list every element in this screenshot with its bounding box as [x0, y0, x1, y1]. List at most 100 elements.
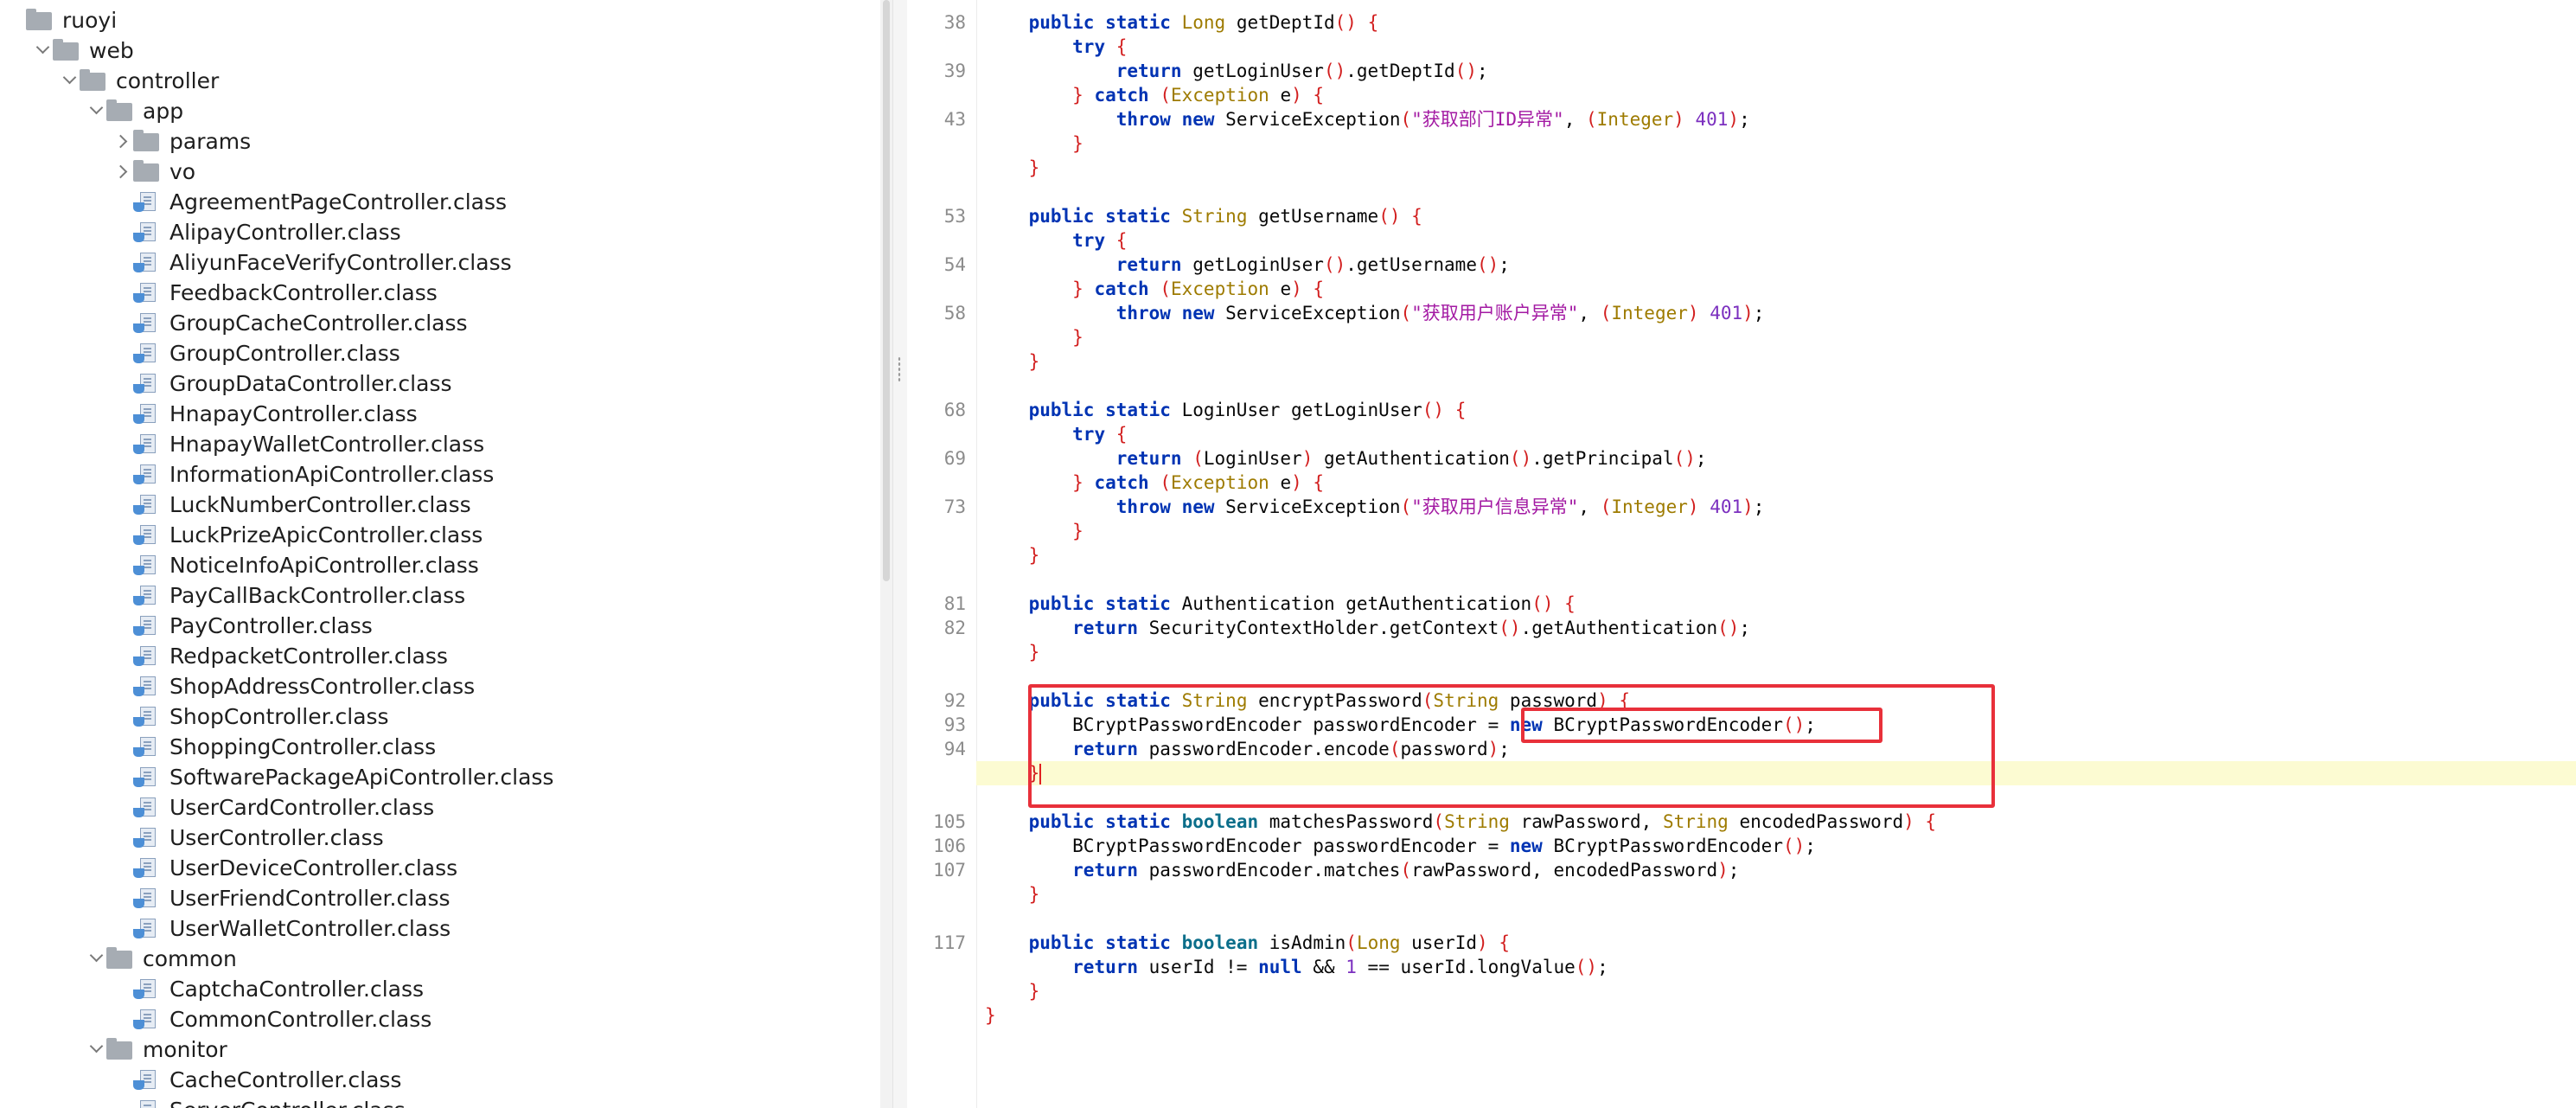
- tree-folder-row[interactable]: monitor: [0, 1034, 880, 1065]
- code-token: ;: [1499, 254, 1510, 275]
- tree-file-row[interactable]: GroupCacheController.class: [0, 308, 880, 338]
- tree-file-row[interactable]: HnapayWalletController.class: [0, 429, 880, 459]
- pane-splitter[interactable]: [892, 0, 908, 1108]
- tree-folder-row[interactable]: common: [0, 944, 880, 974]
- tree-file-row[interactable]: PayController.class: [0, 611, 880, 641]
- tree-file-row[interactable]: CommonController.class: [0, 1004, 880, 1034]
- code-line[interactable]: try {: [976, 35, 2576, 59]
- code-area[interactable]: public static Long getDeptId() { try { r…: [976, 0, 2576, 1108]
- tree-file-row[interactable]: UserWalletController.class: [0, 913, 880, 944]
- tree-file-row[interactable]: FeedbackController.class: [0, 278, 880, 308]
- code-editor[interactable]: 38 39 43 53 54 58 68 69 73 81 82 92 93 94 105 106 107 117…: [907, 0, 2576, 1108]
- tree-folder-row[interactable]: vo: [0, 157, 880, 187]
- tree-file-row[interactable]: SoftwarePackageApiController.class: [0, 762, 880, 792]
- code-line[interactable]: public static LoginUser getLoginUser() {: [976, 398, 2576, 422]
- code-line[interactable]: }: [976, 131, 2576, 156]
- tree-file-row[interactable]: InformationApiController.class: [0, 459, 880, 490]
- code-line[interactable]: try {: [976, 228, 2576, 253]
- code-line[interactable]: throw new ServiceException("获取部门ID异常", (…: [976, 107, 2576, 131]
- code-token: (): [1476, 254, 1499, 275]
- tree-folder-row[interactable]: web: [0, 35, 880, 66]
- code-line[interactable]: [976, 567, 2576, 592]
- code-line[interactable]: }: [976, 882, 2576, 906]
- code-line[interactable]: try {: [976, 422, 2576, 446]
- tree-file-row[interactable]: ShoppingController.class: [0, 732, 880, 762]
- code-line[interactable]: }: [976, 349, 2576, 374]
- code-line[interactable]: }: [976, 1003, 2576, 1028]
- tree-file-row[interactable]: RedpacketController.class: [0, 641, 880, 671]
- tree-file-row[interactable]: AlipayController.class: [0, 217, 880, 247]
- code-line[interactable]: } catch (Exception e) {: [976, 277, 2576, 301]
- code-line[interactable]: BCryptPasswordEncoder passwordEncoder = …: [976, 834, 2576, 858]
- tree-file-row[interactable]: UserController.class: [0, 823, 880, 853]
- tree-file-row[interactable]: ServerController.class: [0, 1095, 880, 1108]
- tree-file-row[interactable]: PayCallBackController.class: [0, 580, 880, 611]
- tree-file-row[interactable]: NoticeInfoApiController.class: [0, 550, 880, 580]
- tree-item-label: UserController.class: [169, 825, 384, 850]
- code-token: }: [1072, 327, 1083, 348]
- code-line[interactable]: public static Authentication getAuthenti…: [976, 592, 2576, 616]
- code-line[interactable]: [976, 906, 2576, 931]
- chevron-down-icon[interactable]: [87, 96, 105, 126]
- code-line[interactable]: public static boolean matchesPassword(St…: [976, 810, 2576, 834]
- tree-file-row[interactable]: GroupDataController.class: [0, 368, 880, 399]
- code-token: (: [1400, 303, 1412, 323]
- code-line[interactable]: }: [976, 156, 2576, 180]
- code-line[interactable]: return SecurityContextHolder.getContext(…: [976, 616, 2576, 640]
- chevron-down-icon[interactable]: [87, 1034, 105, 1065]
- tree-file-row[interactable]: UserCardController.class: [0, 792, 880, 823]
- tree-file-row[interactable]: CacheController.class: [0, 1065, 880, 1095]
- tree-file-row[interactable]: GroupController.class: [0, 338, 880, 368]
- tree-file-row[interactable]: ShopController.class: [0, 701, 880, 732]
- code-line[interactable]: }: [976, 325, 2576, 349]
- tree-folder-row[interactable]: ruoyi: [0, 5, 880, 35]
- tree-item-label: CacheController.class: [169, 1067, 402, 1092]
- tree-file-row[interactable]: LuckPrizeApicController.class: [0, 520, 880, 550]
- code-line[interactable]: } catch (Exception e) {: [976, 471, 2576, 495]
- code-token: == userId.longValue: [1356, 957, 1576, 977]
- tree-item-label: UserCardController.class: [169, 795, 435, 820]
- tree-scrollbar-thumb[interactable]: [883, 0, 890, 581]
- chevron-right-icon[interactable]: [114, 126, 131, 157]
- code-line[interactable]: [976, 180, 2576, 204]
- tree-file-row[interactable]: ShopAddressController.class: [0, 671, 880, 701]
- code-line[interactable]: return getLoginUser().getUsername();: [976, 253, 2576, 277]
- tree-file-row[interactable]: AgreementPageController.class: [0, 187, 880, 217]
- code-line[interactable]: public static String getUsername() {: [976, 204, 2576, 228]
- code-line[interactable]: return userId != null && 1 == userId.lon…: [976, 955, 2576, 979]
- chevron-down-icon[interactable]: [87, 944, 105, 974]
- code-line[interactable]: return getLoginUser().getDeptId();: [976, 59, 2576, 83]
- code-line[interactable]: } catch (Exception e) {: [976, 83, 2576, 107]
- tree-file-row[interactable]: UserFriendController.class: [0, 883, 880, 913]
- code-line[interactable]: }: [976, 543, 2576, 567]
- tree-folder-row[interactable]: controller: [0, 66, 880, 96]
- code-line[interactable]: }: [976, 519, 2576, 543]
- code-line[interactable]: return passwordEncoder.matches(rawPasswo…: [976, 858, 2576, 882]
- code-line[interactable]: }: [976, 979, 2576, 1003]
- code-line[interactable]: }: [976, 640, 2576, 664]
- tree-scrollbar[interactable]: [880, 0, 892, 1108]
- tree-file-row[interactable]: AliyunFaceVerifyController.class: [0, 247, 880, 278]
- chevron-right-icon[interactable]: [114, 157, 131, 187]
- code-line[interactable]: [976, 374, 2576, 398]
- tree-file-row[interactable]: UserDeviceController.class: [0, 853, 880, 883]
- tree-file-row[interactable]: CaptchaController.class: [0, 974, 880, 1004]
- code-line[interactable]: public static boolean isAdmin(Long userI…: [976, 931, 2576, 955]
- tree-file-row[interactable]: LuckNumberController.class: [0, 490, 880, 520]
- tree-file-row[interactable]: HnapayController.class: [0, 399, 880, 429]
- code-token: ServiceException: [1214, 303, 1401, 323]
- code-line[interactable]: throw new ServiceException("获取用户账户异常", (…: [976, 301, 2576, 325]
- code-line[interactable]: return (LoginUser) getAuthentication().g…: [976, 446, 2576, 471]
- tree-folder-row[interactable]: params: [0, 126, 880, 157]
- chevron-down-icon[interactable]: [34, 35, 51, 66]
- code-line[interactable]: throw new ServiceException("获取用户信息异常", (…: [976, 495, 2576, 519]
- tree-folder-row[interactable]: app: [0, 96, 880, 126]
- code-line[interactable]: public static Long getDeptId() {: [976, 10, 2576, 35]
- chevron-down-icon[interactable]: [61, 66, 78, 96]
